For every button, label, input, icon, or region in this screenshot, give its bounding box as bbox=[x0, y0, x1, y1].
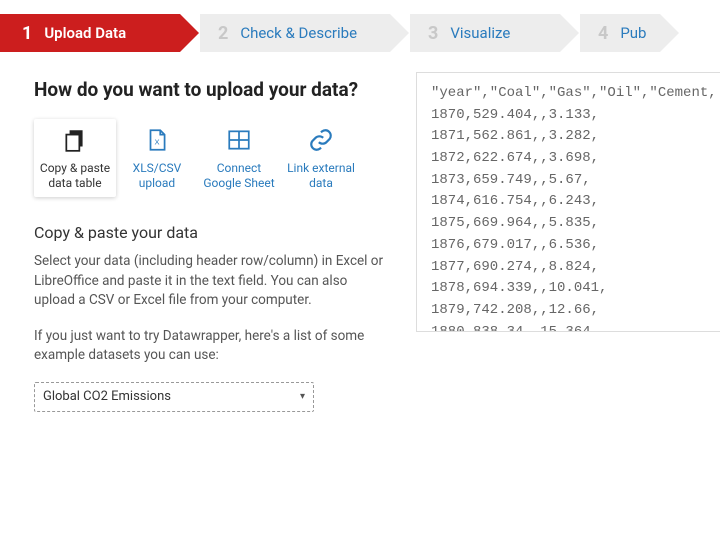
step-label: Upload Data bbox=[44, 24, 126, 42]
select-value: Global CO2 Emissions bbox=[43, 389, 171, 404]
option-label: Link external data bbox=[284, 161, 358, 191]
upload-options: Copy & paste data table X XLS/CSV upload bbox=[34, 119, 386, 197]
spreadsheet-icon bbox=[202, 125, 276, 155]
step-check-describe[interactable]: 2 Check & Describe bbox=[200, 14, 390, 52]
step-label: Visualize bbox=[450, 24, 510, 42]
help-text-1: Select your data (including header row/c… bbox=[34, 252, 384, 311]
option-google-sheet[interactable]: Connect Google Sheet bbox=[198, 119, 280, 197]
svg-text:X: X bbox=[154, 137, 159, 146]
help-text-2: If you just want to try Datawrapper, her… bbox=[34, 327, 384, 366]
step-number: 4 bbox=[598, 23, 608, 44]
option-xls-csv[interactable]: X XLS/CSV upload bbox=[116, 119, 198, 197]
option-label: Connect Google Sheet bbox=[202, 161, 276, 191]
chevron-down-icon: ▾ bbox=[300, 391, 305, 402]
step-publish[interactable]: 4 Pub bbox=[580, 14, 660, 52]
option-link-external[interactable]: Link external data bbox=[280, 119, 362, 197]
step-bar: 1 Upload Data 2 Check & Describe 3 Visua… bbox=[0, 0, 720, 72]
option-label: XLS/CSV upload bbox=[120, 161, 194, 191]
option-label: Copy & paste data table bbox=[38, 161, 112, 191]
upload-heading: How do you want to upload your data? bbox=[34, 78, 386, 101]
step-number: 1 bbox=[22, 23, 32, 44]
step-label: Check & Describe bbox=[240, 24, 357, 42]
step-number: 3 bbox=[428, 23, 438, 44]
section-title: Copy & paste your data bbox=[34, 223, 386, 242]
step-label: Pub bbox=[620, 24, 646, 42]
step-number: 2 bbox=[218, 23, 228, 44]
step-upload-data[interactable]: 1 Upload Data bbox=[0, 14, 180, 52]
step-visualize[interactable]: 3 Visualize bbox=[410, 14, 560, 52]
file-upload-icon: X bbox=[120, 125, 194, 155]
example-dataset-select[interactable]: Global CO2 Emissions ▾ bbox=[34, 382, 314, 412]
link-icon bbox=[284, 125, 358, 155]
copy-paste-icon bbox=[38, 125, 112, 155]
data-textarea[interactable]: "year","Coal","Gas","Oil","Cement, Flari… bbox=[416, 72, 720, 332]
option-copy-paste[interactable]: Copy & paste data table bbox=[34, 119, 116, 197]
